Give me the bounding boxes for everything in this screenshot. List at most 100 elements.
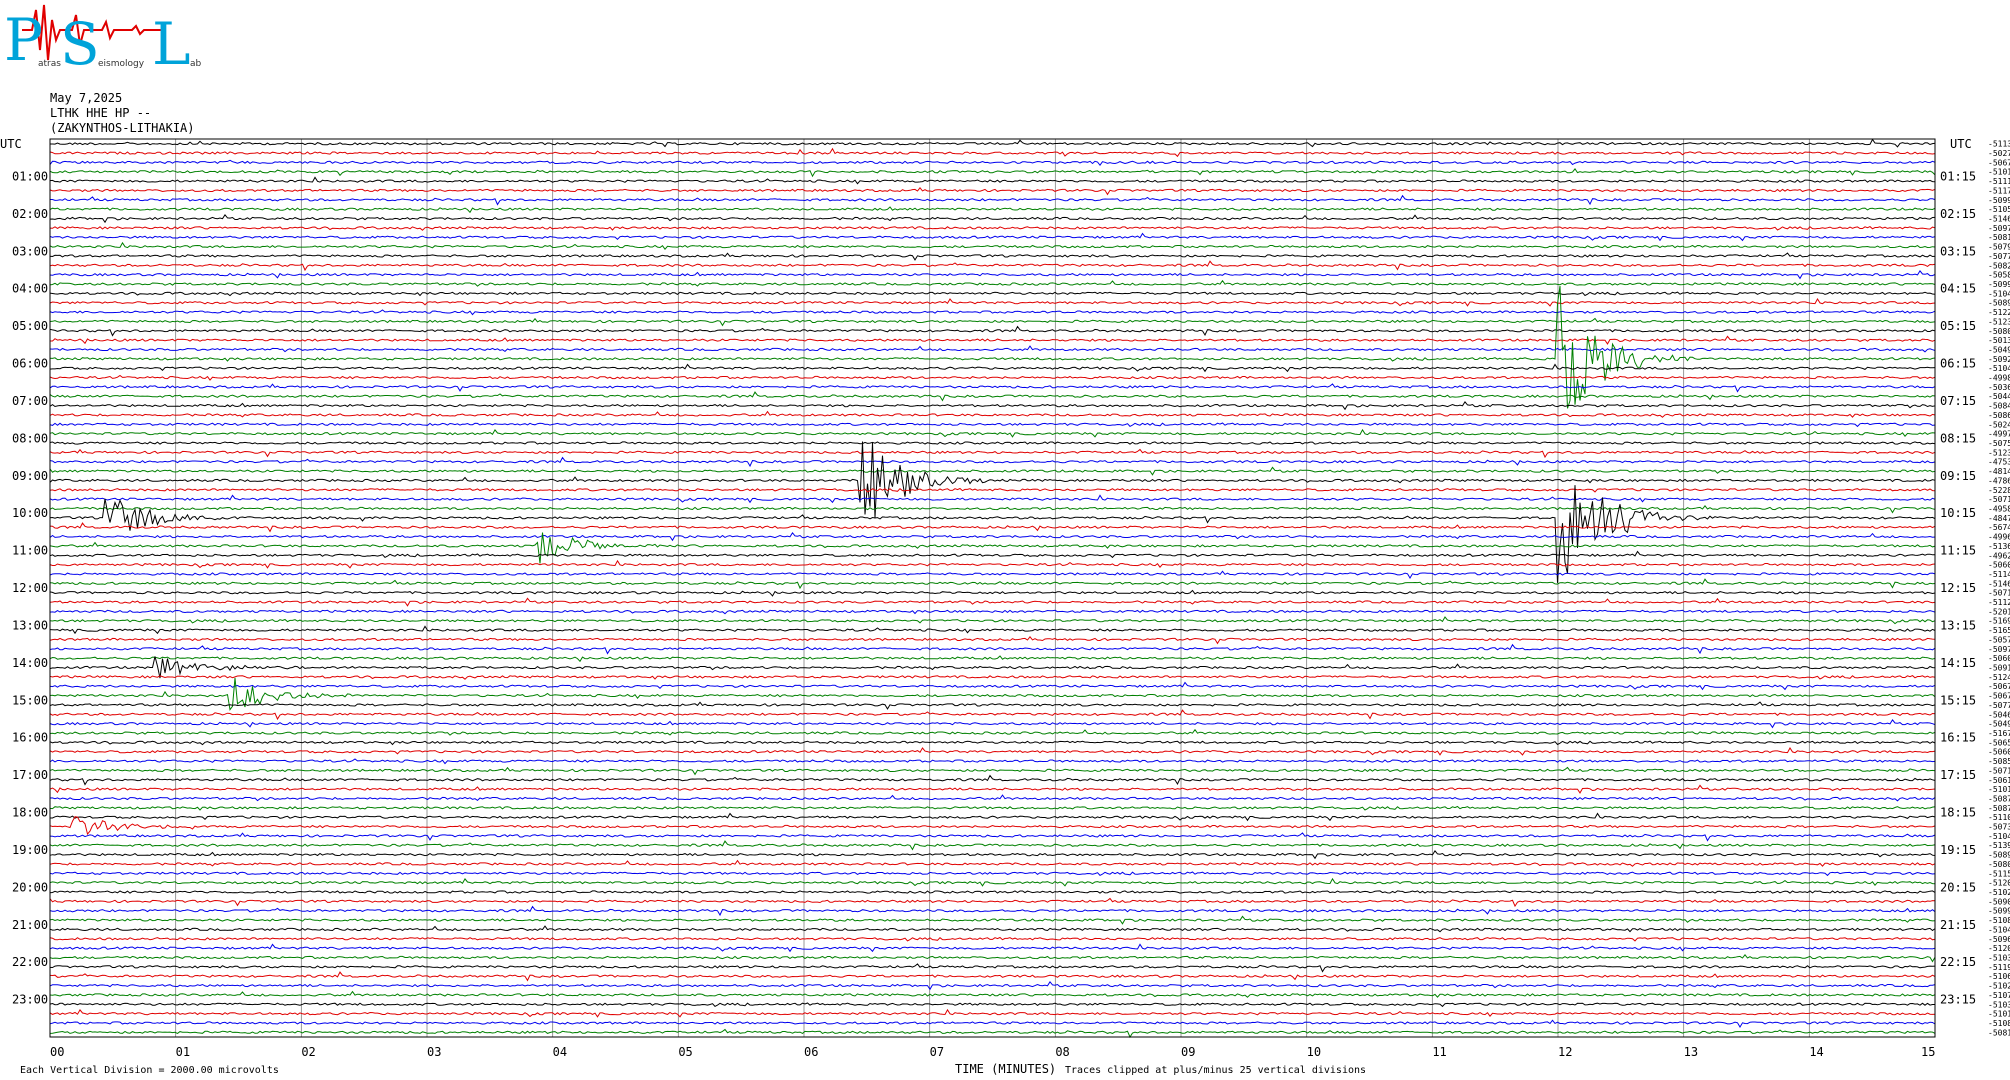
trace-offset-label: -5027 [1988,149,2010,158]
x-tick-label: 01 [176,1045,190,1059]
x-tick-label: 04 [553,1045,567,1059]
trace-offset-label: -5089 [1988,851,2010,860]
x-tick-label: 00 [50,1045,64,1059]
seismic-trace [49,953,1936,963]
trace-offset-label: -5087 [1988,794,2010,803]
seismic-trace [49,285,1936,409]
trace-offset-label: -5120 [1988,879,2010,888]
left-hour-label: 12:00 [12,581,48,595]
trace-offset-label: -5099 [1988,196,2010,205]
seismic-trace [49,840,1936,851]
seismic-trace [49,963,1936,973]
trace-offset-label: -5119 [1988,963,2010,972]
seismic-trace [49,410,1936,418]
seismic-trace [49,309,1936,316]
seismic-trace [49,494,1936,504]
trace-offset-label: -5087 [1988,804,2010,813]
left-hour-label: 04:00 [12,282,48,296]
seismic-trace [49,758,1936,765]
trace-offset-label: -5092 [1988,355,2010,364]
left-hour-label: 13:00 [12,618,48,632]
trace-offset-label: -5201 [1988,607,2010,616]
seismic-trace [49,936,1936,942]
seismic-trace [49,363,1936,373]
left-hour-label: 15:00 [12,693,48,707]
trace-offset-label: -5084 [1988,402,2010,411]
trace-offset-label: -5115 [1988,869,2010,878]
trace-offset-label: -4958 [1988,504,2010,513]
x-tick-label: 12 [1558,1045,1572,1059]
trace-offset-label: -4962 [1988,551,2010,560]
seismic-trace [49,531,1936,542]
trace-offset-label: -5102 [1988,888,2010,897]
right-hour-label: 18:15 [1940,806,1976,820]
trace-offset-label: -5082 [1988,261,2010,270]
seismic-trace [49,298,1936,307]
left-hour-label: 05:00 [12,319,48,333]
seismic-trace [49,850,1936,860]
seismic-trace [49,675,1936,680]
seismic-trace [49,391,1936,402]
seismic-trace [49,794,1936,802]
trace-offset-labels: -5113-5027-5067-5101-5111-5117-5099-5105… [1988,140,2010,1038]
seismic-trace [50,812,1936,822]
x-tick-labels: 00 01 02 03 04 05 06 07 08 09 10 11 12 13 14 15 [50,1045,1935,1059]
seismic-trace [49,232,1936,242]
right-hour-label: 03:15 [1940,244,1976,258]
seismic-trace [49,784,1936,794]
right-hour-label: 22:15 [1940,955,1976,969]
left-hour-label: 18:00 [12,806,48,820]
seismic-trace [49,291,1936,297]
seismic-trace [49,570,1936,579]
trace-offset-label: -5101 [1988,1010,2010,1019]
trace-offset-label: -5169 [1988,617,2010,626]
trace-offset-label: -5106 [1988,972,2010,981]
seismic-trace [49,550,1935,559]
seismic-trace [49,643,1936,655]
right-utc-label: UTC [1950,137,1972,151]
left-hour-label: 08:00 [12,431,48,445]
right-hour-label: 05:15 [1940,319,1976,333]
trace-offset-label: -5146 [1988,215,2010,224]
seismic-trace [49,578,1936,590]
left-hour-label: 20:00 [12,880,48,894]
seismic-trace [49,176,1936,185]
right-hour-label: 21:15 [1940,918,1976,932]
trace-offset-label: -5067 [1988,692,2010,701]
trace-offset-label: -5067 [1988,158,2010,167]
x-tick-label: 11 [1432,1045,1446,1059]
left-hour-label: 19:00 [12,843,48,857]
seismic-trace [49,925,1936,933]
trace-offset-label: -5108 [1988,916,2010,925]
trace-offset-label: -5102 [1988,982,2010,991]
seismic-trace [49,589,1936,597]
right-hour-label: 20:15 [1940,880,1976,894]
seismic-trace [49,325,1936,337]
trace-offset-label: -5085 [1988,757,2010,766]
seismic-trace [49,616,1936,625]
x-tick-label: 08 [1055,1045,1069,1059]
trace-offset-label: -5103 [1988,1000,2010,1009]
seismic-trace [49,990,1936,998]
x-tick-label: 03 [427,1045,441,1059]
x-tick-label: 09 [1181,1045,1195,1059]
left-hour-label: 10:00 [12,506,48,520]
seismic-trace [49,1008,1936,1018]
left-hour-label: 21:00 [12,918,48,932]
trace-offset-label: -5075 [1988,439,2010,448]
right-hour-label: 13:15 [1940,618,1976,632]
trace-offset-label: -4997 [1988,430,2010,439]
left-hour-label: 03:00 [12,244,48,258]
seismic-trace [49,206,1936,214]
trace-offset-label: -5674 [1988,523,2010,532]
x-tick-label: 15 [1921,1045,1935,1059]
left-hour-label: 01:00 [12,169,48,183]
right-hour-label: 01:15 [1940,169,1976,183]
trace-offset-label: -5107 [1988,991,2010,1000]
trace-offset-label: -5146 [1988,579,2010,588]
trace-offset-label: -5124 [1988,673,2010,682]
seismic-trace [49,728,1936,736]
trace-offset-label: -5139 [1988,841,2010,850]
seismic-trace [49,635,1936,645]
trace-offset-label: -5096 [1988,935,2010,944]
